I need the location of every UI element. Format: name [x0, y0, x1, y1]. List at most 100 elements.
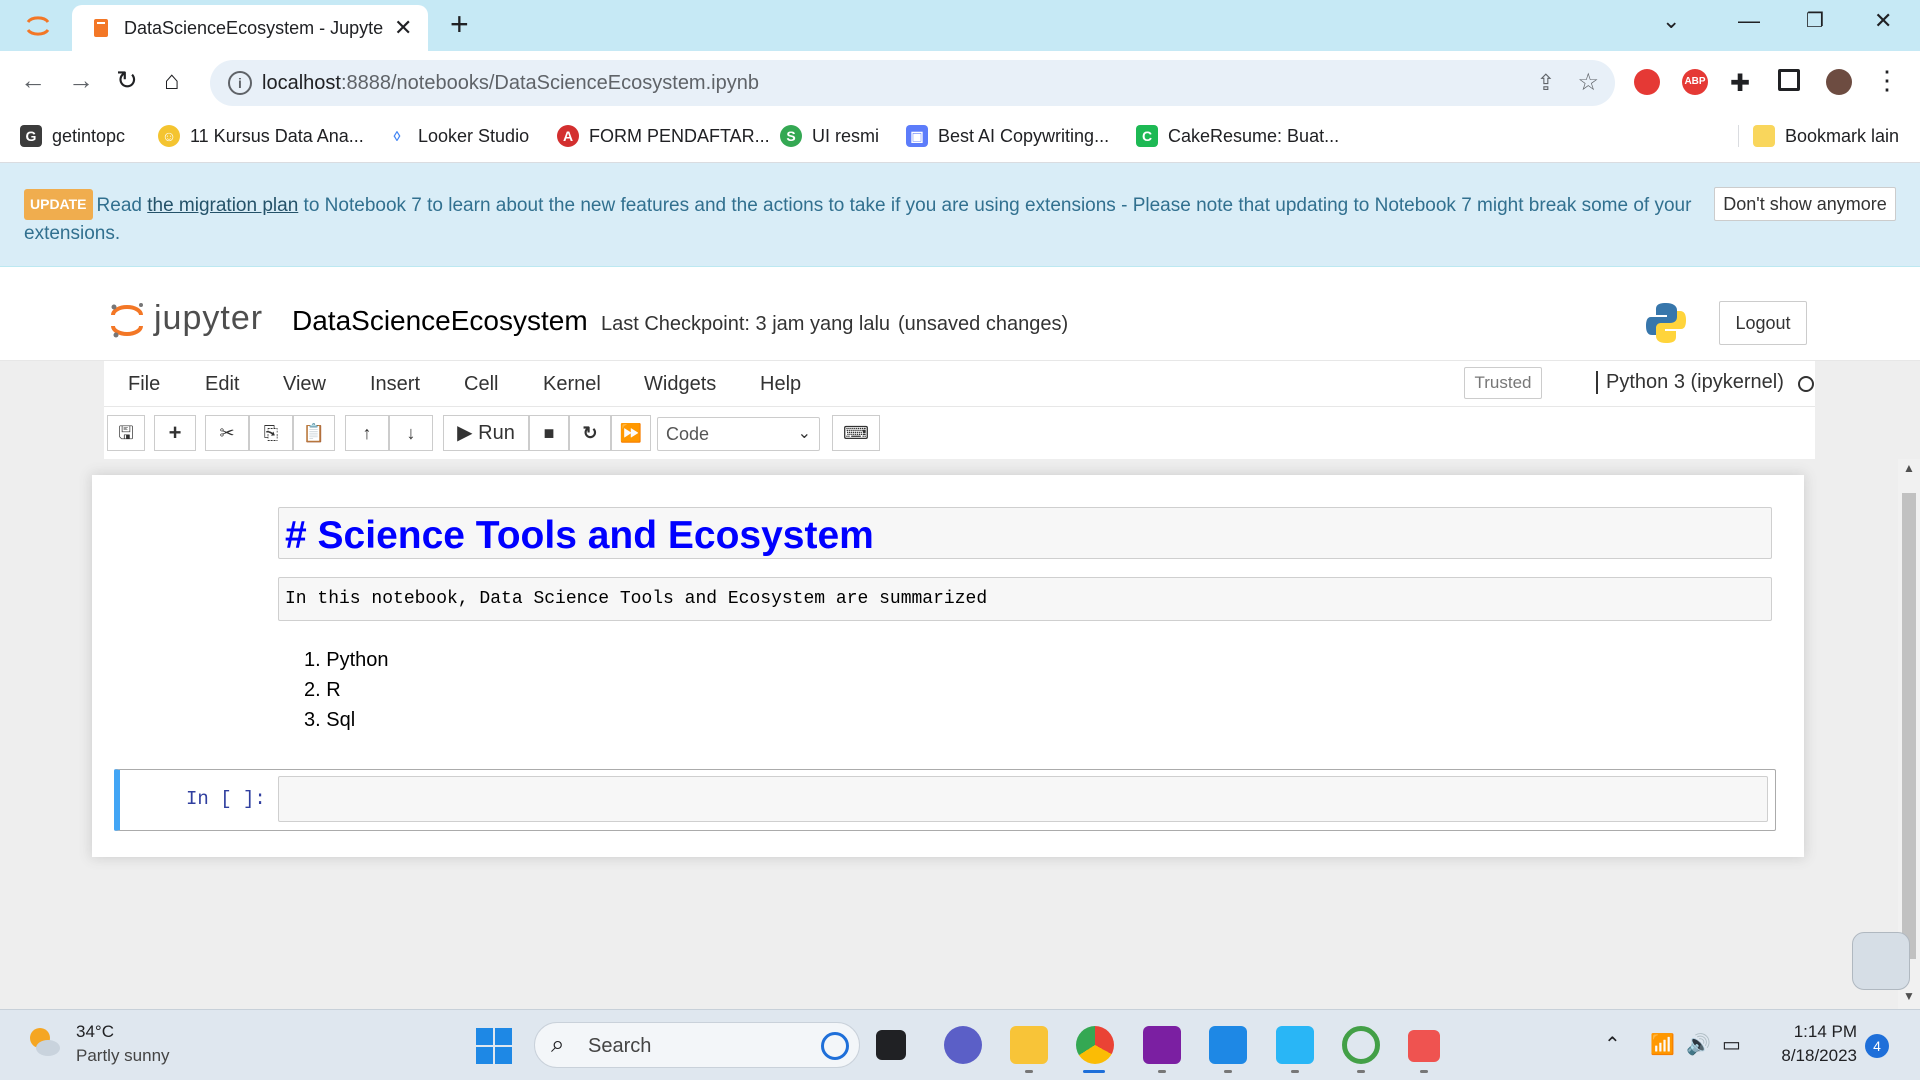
- weather-condition[interactable]: Partly sunny: [76, 1046, 170, 1066]
- scroll-down-icon[interactable]: ▼: [1903, 989, 1915, 1003]
- python-logo-icon: [1646, 303, 1686, 343]
- floating-widget-button[interactable]: [1852, 932, 1910, 990]
- abp-extension-icon[interactable]: ABP: [1682, 69, 1708, 95]
- pdf-app-icon[interactable]: [1143, 1026, 1181, 1064]
- reload-icon[interactable]: ↻: [116, 65, 138, 96]
- run-button[interactable]: ▶ Run: [443, 415, 529, 451]
- scrollbar-thumb[interactable]: [1902, 493, 1916, 959]
- menu-view[interactable]: View: [283, 373, 326, 396]
- menu-insert[interactable]: Insert: [370, 373, 420, 396]
- save-button[interactable]: 🖫: [107, 415, 145, 451]
- save-icon: 🖫: [118, 423, 134, 443]
- show-hidden-icons-chevron-icon[interactable]: ⌃: [1604, 1032, 1621, 1057]
- partly-sunny-icon[interactable]: [26, 1024, 62, 1060]
- close-window-icon[interactable]: ✕: [1874, 8, 1892, 34]
- restart-run-all-button[interactable]: ⏩: [611, 415, 651, 451]
- list-item: 3. Sql: [304, 709, 356, 731]
- battery-icon[interactable]: ▭: [1722, 1032, 1741, 1057]
- clock-time[interactable]: 1:14 PM: [1767, 1022, 1857, 1042]
- cut-button[interactable]: ✂: [205, 415, 249, 451]
- vertical-scrollbar[interactable]: ▲ ▼: [1898, 459, 1920, 1009]
- other-bookmarks[interactable]: Bookmark lain: [1738, 125, 1899, 147]
- trusted-indicator[interactable]: Trusted: [1464, 367, 1542, 399]
- extensions-puzzle-icon[interactable]: ✚: [1730, 69, 1756, 97]
- browser-tab-active[interactable]: DataScienceEcosystem - Jupyter N ✕: [72, 5, 428, 51]
- bookmark-item[interactable]: ☺ 11 Kursus Data Ana...: [158, 125, 364, 147]
- paste-button[interactable]: 📋: [293, 415, 335, 451]
- restore-icon[interactable]: ❐: [1806, 8, 1824, 33]
- menu-help[interactable]: Help: [760, 373, 801, 396]
- running-indicator: [1025, 1070, 1033, 1073]
- scroll-up-icon[interactable]: ▲: [1903, 461, 1915, 475]
- menu-kernel[interactable]: Kernel: [543, 373, 601, 396]
- bookmark-item[interactable]: ◊ Looker Studio: [386, 125, 530, 147]
- clock-date[interactable]: 8/18/2023: [1767, 1046, 1857, 1066]
- bookmark-item[interactable]: Ggetintopc: [20, 125, 125, 147]
- command-palette-button[interactable]: ⌨: [832, 415, 880, 451]
- markdown-cell-heading[interactable]: # Science Tools and Ecosystem: [278, 507, 1772, 559]
- unsaved-indicator: (unsaved changes): [898, 313, 1069, 335]
- move-up-button[interactable]: ↑: [345, 415, 389, 451]
- menu-cell[interactable]: Cell: [464, 373, 498, 396]
- bing-icon[interactable]: [821, 1032, 849, 1060]
- app-ring-icon[interactable]: [1342, 1026, 1380, 1064]
- running-indicator: [1291, 1070, 1299, 1073]
- share-icon[interactable]: ⇪: [1537, 70, 1555, 96]
- bookmark-item[interactable]: C CakeResume: Buat...: [1136, 125, 1339, 147]
- bookmark-star-icon[interactable]: ☆: [1577, 68, 1599, 97]
- notepad-icon[interactable]: [1276, 1026, 1314, 1064]
- snipping-tool-icon[interactable]: [1408, 1030, 1440, 1062]
- site-info-icon[interactable]: i: [228, 71, 252, 95]
- code-input[interactable]: [278, 776, 1768, 822]
- jupyter-logo-icon[interactable]: [108, 301, 146, 339]
- copy-button[interactable]: ⎘: [249, 415, 293, 451]
- windows-start-icon[interactable]: [476, 1028, 512, 1064]
- teams-chat-icon[interactable]: [944, 1026, 982, 1064]
- vscode-icon[interactable]: [1209, 1026, 1247, 1064]
- file-explorer-icon[interactable]: [1010, 1026, 1048, 1064]
- tab-search-chevron-icon[interactable]: ⌄: [1662, 8, 1680, 34]
- insert-cell-button[interactable]: +: [154, 415, 196, 451]
- menu-file[interactable]: File: [128, 373, 160, 396]
- address-bar[interactable]: i localhost:8888/notebooks/DataScienceEc…: [210, 60, 1615, 106]
- interrupt-button[interactable]: ■: [529, 415, 569, 451]
- chrome-icon[interactable]: [1076, 1026, 1114, 1064]
- list-item: 1. Python: [304, 649, 389, 671]
- volume-icon[interactable]: 🔊: [1686, 1032, 1711, 1057]
- home-icon[interactable]: ⌂: [164, 65, 180, 96]
- adblock-extension-icon[interactable]: [1634, 69, 1660, 95]
- rendered-ordered-list[interactable]: 1. Python 2. R 3. Sql: [278, 645, 389, 735]
- task-view-icon[interactable]: [876, 1030, 906, 1060]
- markdown-cell-summary[interactable]: In this notebook, Data Science Tools and…: [278, 577, 1772, 621]
- forward-icon[interactable]: →: [68, 65, 94, 96]
- cell-type-select[interactable]: Code ⌄: [657, 417, 820, 451]
- minimize-icon[interactable]: —: [1738, 8, 1760, 34]
- bookmark-item[interactable]: A FORM PENDAFTAR...: [557, 125, 770, 147]
- jupyter-tab-group-icon[interactable]: [24, 12, 52, 40]
- kernel-name[interactable]: Python 3 (ipykernel): [1596, 371, 1784, 394]
- jupyter-logo-text[interactable]: jupyter: [154, 299, 263, 338]
- profile-avatar[interactable]: [1826, 69, 1852, 95]
- running-indicator: [1158, 1070, 1166, 1073]
- migration-plan-link[interactable]: the migration plan: [147, 195, 298, 216]
- browser-menu-icon[interactable]: ⋮: [1874, 65, 1900, 96]
- restart-button[interactable]: ↻: [569, 415, 611, 451]
- bookmark-item[interactable]: ▣ Best AI Copywriting...: [906, 125, 1109, 147]
- bookmark-item[interactable]: S UI resmi: [780, 125, 879, 147]
- logout-button[interactable]: Logout: [1719, 301, 1807, 345]
- notebook-name[interactable]: DataScienceEcosystem: [292, 305, 588, 337]
- close-tab-icon[interactable]: ✕: [394, 15, 412, 41]
- notification-badge[interactable]: 4: [1865, 1034, 1889, 1058]
- back-icon[interactable]: ←: [20, 65, 46, 96]
- new-tab-icon[interactable]: +: [450, 6, 469, 43]
- menu-widgets[interactable]: Widgets: [644, 373, 716, 396]
- kernel-idle-indicator: [1798, 376, 1814, 392]
- wifi-icon[interactable]: 📶: [1650, 1032, 1675, 1057]
- menu-edit[interactable]: Edit: [205, 373, 239, 396]
- side-panel-icon[interactable]: [1778, 69, 1800, 91]
- move-down-button[interactable]: ↓: [389, 415, 433, 451]
- weather-temperature[interactable]: 34°C: [76, 1022, 114, 1042]
- dont-show-anymore-button[interactable]: Don't show anymore: [1714, 187, 1896, 221]
- code-cell-selected[interactable]: In [ ]:: [114, 769, 1776, 831]
- taskbar-search[interactable]: ⌕ Search: [534, 1022, 860, 1068]
